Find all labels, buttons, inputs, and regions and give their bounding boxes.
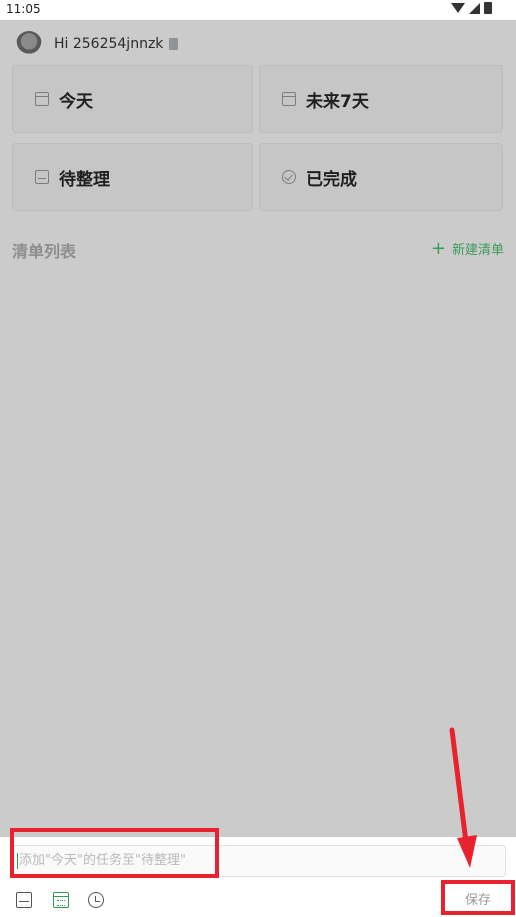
signal-icon xyxy=(469,2,480,14)
filter-label: 未来7天 xyxy=(306,91,369,112)
status-icons xyxy=(451,2,492,14)
filter-today[interactable]: 今天 xyxy=(12,65,253,133)
member-badge-icon xyxy=(169,38,179,50)
avatar[interactable] xyxy=(16,31,42,57)
annotation-box-input xyxy=(10,828,219,878)
user-greeting[interactable]: Hi 256254jnnzk xyxy=(16,30,179,58)
annotation-box-save xyxy=(441,880,515,915)
calendar-icon[interactable] xyxy=(53,892,69,908)
check-circle-icon xyxy=(282,170,296,184)
plus-icon: + xyxy=(430,237,446,259)
battery-icon xyxy=(484,2,492,14)
filter-label: 今天 xyxy=(59,91,93,112)
filter-inbox[interactable]: 待整理 xyxy=(12,143,253,211)
wifi-icon xyxy=(451,3,465,13)
inbox-icon xyxy=(35,170,49,184)
new-list-label: 新建清单 xyxy=(451,243,504,258)
inbox-icon[interactable] xyxy=(16,892,32,908)
filter-label: 待整理 xyxy=(59,169,110,190)
alarm-icon[interactable] xyxy=(88,892,104,908)
filter-completed[interactable]: 已完成 xyxy=(259,143,503,211)
lists-section-title: 清单列表 xyxy=(12,242,77,261)
new-list-button[interactable]: + 新建清单 xyxy=(431,239,504,258)
status-bar: 11:05 xyxy=(0,0,516,20)
filter-label: 已完成 xyxy=(306,169,357,190)
status-time: 11:05 xyxy=(6,2,41,16)
greeting-text: Hi 256254jnnzk xyxy=(54,36,164,52)
calendar-today-icon xyxy=(35,92,49,106)
filter-next-7-days[interactable]: 未来7天 xyxy=(259,65,503,133)
calendar-7-icon xyxy=(282,92,296,106)
